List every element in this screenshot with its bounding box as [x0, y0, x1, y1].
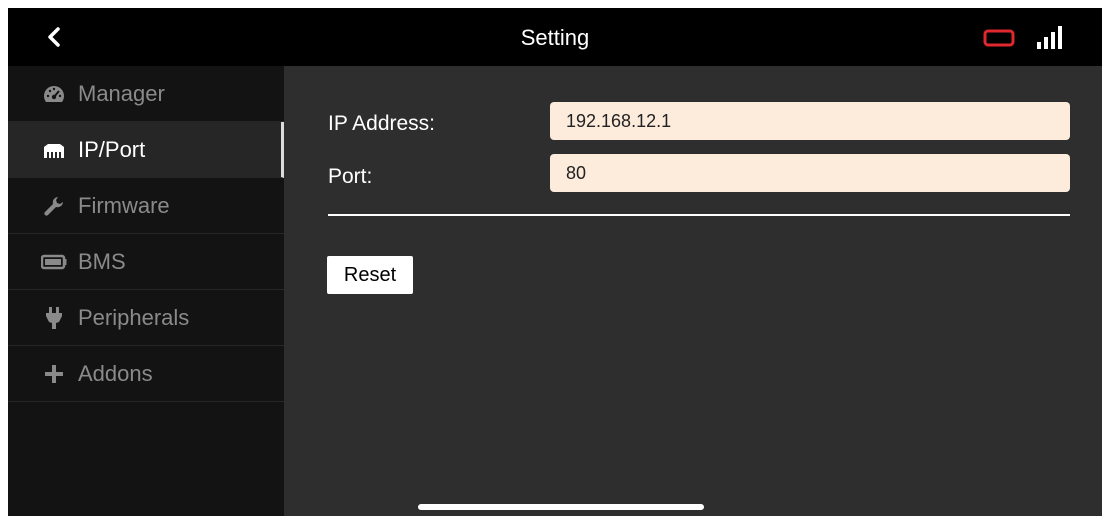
sidebar-item-bms[interactable]: BMS: [8, 234, 284, 290]
sidebar-item-addons[interactable]: Addons: [8, 346, 284, 402]
ip-address-field[interactable]: [550, 102, 1070, 140]
sidebar: Manager IP/Port Firmware BMS Peripherals…: [8, 66, 284, 516]
plus-icon: [40, 362, 68, 386]
sidebar-item-label: BMS: [78, 248, 126, 274]
sidebar-item-ip-port[interactable]: IP/Port: [8, 122, 284, 178]
sidebar-item-manager[interactable]: Manager: [8, 66, 284, 122]
sidebar-item-label: Addons: [78, 360, 153, 386]
app-frame: Setting Manager IP/Port Firmware BMS Per…: [8, 8, 1102, 516]
sidebar-item-label: Firmware: [78, 192, 170, 218]
dashboard-icon: [40, 82, 68, 106]
reset-button[interactable]: Reset: [327, 256, 413, 294]
port-label: Port:: [328, 165, 373, 188]
page-title: Setting: [520, 25, 590, 50]
wrench-icon: [40, 194, 68, 218]
sidebar-item-firmware[interactable]: Firmware: [8, 178, 284, 234]
battery-pack-icon: [40, 250, 68, 274]
divider: [328, 214, 1070, 216]
ethernet-icon: [40, 138, 68, 162]
main-panel: IP Address: Port: Reset: [284, 66, 1102, 516]
ip-address-label: IP Address:: [328, 112, 436, 135]
sidebar-item-label: IP/Port: [78, 136, 146, 162]
header-bar: Setting: [8, 8, 1102, 66]
signal-bars-icon: [1037, 26, 1062, 49]
battery-icon: [983, 29, 1015, 47]
sidebar-item-label: Peripherals: [78, 304, 190, 330]
home-indicator: [418, 504, 704, 510]
port-field[interactable]: [550, 154, 1070, 192]
sidebar-item-label: Manager: [78, 80, 165, 106]
plug-icon: [40, 306, 68, 330]
sidebar-item-peripherals[interactable]: Peripherals: [8, 290, 284, 346]
